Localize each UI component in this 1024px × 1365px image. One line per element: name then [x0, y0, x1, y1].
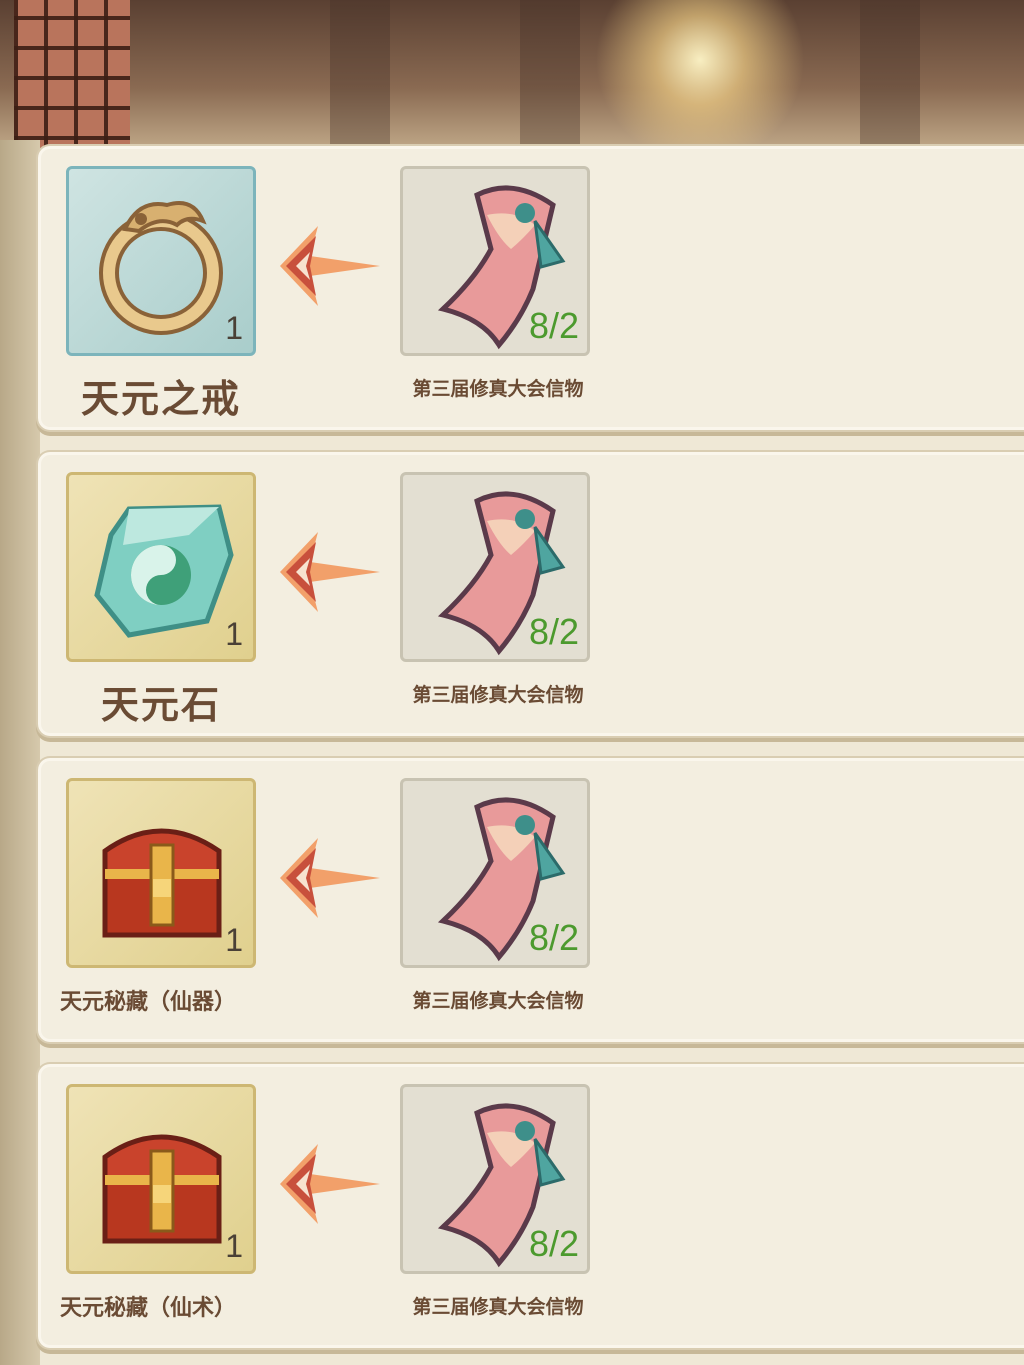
cost-slot[interactable]: 8/2 — [400, 778, 590, 968]
exchange-arrow-icon — [280, 532, 380, 612]
reward-name: 天元秘藏（仙器） — [60, 990, 237, 1015]
cost-slot[interactable]: 8/2 — [400, 472, 590, 662]
cost-name: 第三届修真大会信物 — [412, 990, 584, 1012]
light-glow — [590, 0, 810, 160]
cost-progress: 8/2 — [528, 611, 579, 652]
reward-count: 1 — [225, 616, 243, 652]
exchange-row: 1 天元石 8/2 第三届修真大会信物 — [36, 450, 1024, 738]
exchange-row: 1 天元秘藏（仙器） 8/2 第三届修真大会信物 — [36, 756, 1024, 1044]
reward-slot[interactable]: 1 — [66, 1084, 256, 1274]
reward-slot[interactable]: 1 — [66, 472, 256, 662]
exchange-arrow-icon — [280, 1144, 380, 1224]
cost-slot[interactable]: 8/2 — [400, 1084, 590, 1274]
cost-name: 第三届修真大会信物 — [412, 378, 584, 400]
cost-progress: 8/2 — [528, 917, 579, 958]
exchange-row: 1 天元之戒 8/2 第三届修真大会信物 — [36, 144, 1024, 432]
reward-count: 1 — [225, 310, 243, 346]
exchange-arrow-icon — [280, 226, 380, 306]
reward-name: 天元之戒 — [80, 377, 241, 421]
exchange-row: 1 天元秘藏（仙术） 8/2 第三届修真大会信物 — [36, 1062, 1024, 1350]
left-edge — [0, 140, 40, 1365]
cost-name: 第三届修真大会信物 — [412, 684, 584, 706]
background-pillar — [520, 0, 580, 160]
cost-slot[interactable]: 8/2 — [400, 166, 590, 356]
reward-slot[interactable]: 1 — [66, 166, 256, 356]
cost-progress: 8/2 — [528, 1223, 579, 1264]
exchange-arrow-icon — [280, 838, 380, 918]
reward-slot[interactable]: 1 — [66, 778, 256, 968]
background-pillar — [860, 0, 920, 160]
background-pillar — [330, 0, 390, 160]
reward-count: 1 — [225, 922, 243, 958]
cost-progress: 8/2 — [528, 305, 579, 346]
reward-name: 天元石 — [100, 683, 221, 727]
background-scene — [0, 0, 1024, 160]
lattice-window — [14, 0, 130, 160]
reward-count: 1 — [225, 1228, 243, 1264]
reward-name: 天元秘藏（仙术） — [60, 1296, 237, 1321]
cost-name: 第三届修真大会信物 — [412, 1296, 584, 1318]
